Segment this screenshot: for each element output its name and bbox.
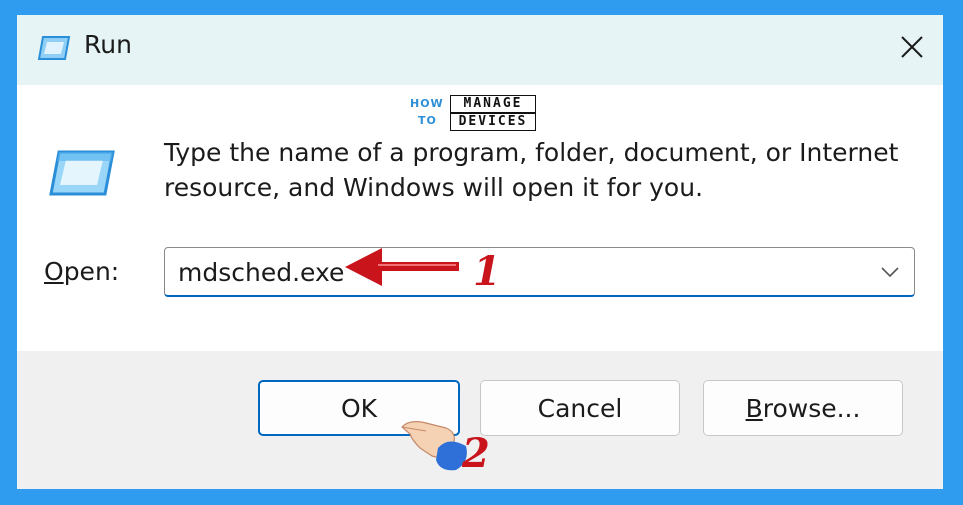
dropdown-button[interactable] [872, 254, 908, 290]
open-label-text: pen: [63, 257, 120, 286]
close-icon [901, 36, 923, 58]
run-large-icon [49, 150, 115, 196]
browse-accesskey: B [745, 393, 763, 423]
window-title: Run [84, 30, 132, 59]
close-button[interactable] [881, 15, 943, 79]
browse-label: rowse... [762, 393, 861, 423]
open-combobox[interactable]: mdsched.exe [164, 247, 915, 297]
open-input[interactable]: mdsched.exe [178, 258, 344, 287]
cancel-button[interactable]: Cancel [480, 380, 680, 436]
watermark-to: TO [418, 114, 437, 127]
open-label-accesskey: O [44, 257, 64, 286]
browse-button[interactable]: Browse... [703, 380, 903, 436]
run-icon [37, 36, 71, 60]
step-2-label: 2 [462, 430, 490, 477]
watermark-logo: HOW TO MANAGE DEVICES [410, 93, 542, 133]
description-text: Type the name of a program, folder, docu… [164, 138, 899, 202]
chevron-down-icon [881, 267, 899, 278]
watermark-manage: MANAGE [450, 95, 536, 113]
step-1-label: 1 [473, 248, 501, 295]
open-label: Open: [44, 257, 119, 286]
watermark-devices: DEVICES [450, 113, 536, 131]
watermark-how: HOW [410, 97, 444, 110]
title-bar[interactable]: Run [17, 15, 943, 85]
ok-button[interactable]: OK [258, 380, 460, 436]
